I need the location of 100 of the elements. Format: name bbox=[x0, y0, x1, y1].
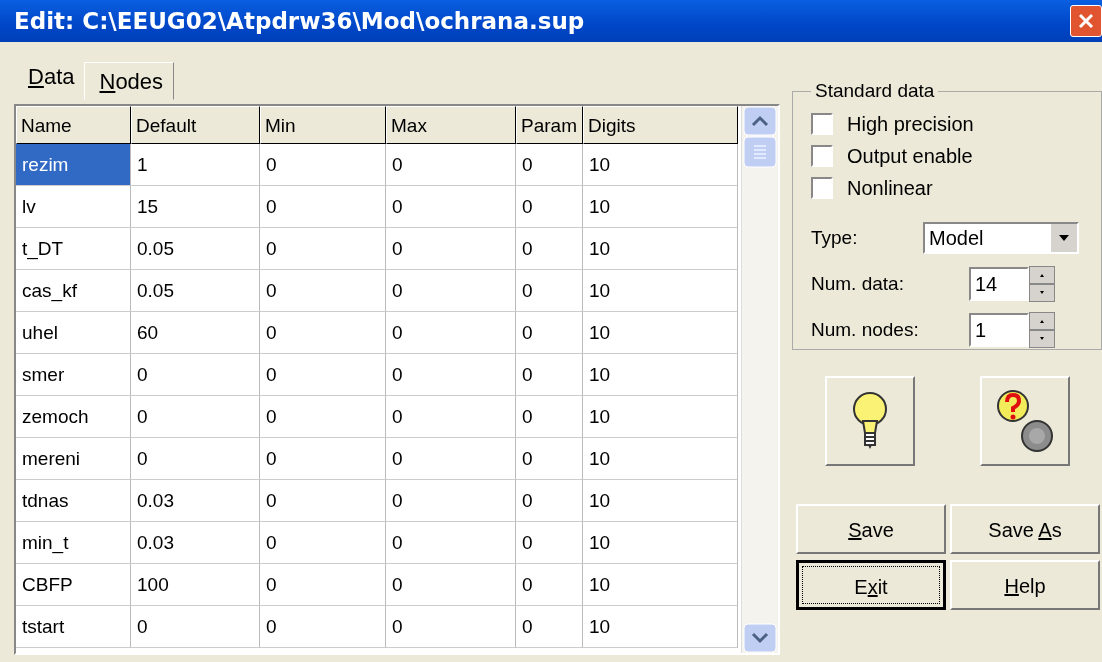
table-cell[interactable]: 0 bbox=[386, 270, 516, 312]
table-cell[interactable]: 0 bbox=[260, 522, 386, 564]
spin-arrows-icon[interactable] bbox=[1029, 266, 1055, 302]
column-header[interactable]: Default bbox=[131, 106, 260, 144]
table-cell[interactable]: 0 bbox=[386, 480, 516, 522]
help-topics-button[interactable] bbox=[979, 376, 1070, 466]
table-cell[interactable]: 0 bbox=[131, 438, 260, 480]
dialog-button[interactable]: Save bbox=[796, 504, 946, 554]
type-dropdown[interactable]: Model bbox=[923, 222, 1079, 254]
table-cell: uhel bbox=[16, 312, 131, 354]
table-cell[interactable]: 0 bbox=[386, 312, 516, 354]
group-title: Standard data bbox=[814, 80, 936, 102]
spin-arrows-icon[interactable] bbox=[1029, 312, 1055, 348]
table-cell[interactable]: 0 bbox=[386, 396, 516, 438]
number-field[interactable]: 1 bbox=[969, 313, 1029, 347]
table-cell[interactable]: 10 bbox=[583, 480, 738, 522]
checkbox-label[interactable]: High precision bbox=[847, 112, 974, 136]
table-cell[interactable]: 0.05 bbox=[131, 228, 260, 270]
table-cell[interactable]: 0 bbox=[386, 522, 516, 564]
table-cell[interactable]: 60 bbox=[131, 312, 260, 354]
table-cell: smer bbox=[16, 354, 131, 396]
checkbox[interactable] bbox=[811, 113, 833, 135]
table-cell: zemoch bbox=[16, 396, 131, 438]
table-cell[interactable]: 0 bbox=[516, 396, 583, 438]
table-cell[interactable]: 0 bbox=[260, 312, 386, 354]
table-cell[interactable]: 0 bbox=[516, 144, 583, 186]
table-cell[interactable]: 0 bbox=[131, 354, 260, 396]
table-cell[interactable]: 0 bbox=[260, 396, 386, 438]
table-cell[interactable]: 0 bbox=[386, 354, 516, 396]
table-cell[interactable]: 0 bbox=[386, 228, 516, 270]
table-cell[interactable]: 0 bbox=[516, 228, 583, 270]
table-cell[interactable]: 15 bbox=[131, 186, 260, 228]
tab[interactable]: Data bbox=[14, 54, 85, 100]
table-cell[interactable]: 0 bbox=[516, 270, 583, 312]
column-header[interactable]: Max bbox=[386, 106, 516, 144]
dialog-button[interactable]: Exit bbox=[796, 560, 946, 610]
table-cell[interactable]: 10 bbox=[583, 144, 738, 186]
table-cell[interactable]: 0 bbox=[516, 354, 583, 396]
table-cell[interactable]: 0 bbox=[260, 270, 386, 312]
table-cell[interactable]: 0 bbox=[386, 606, 516, 648]
table-cell: lv bbox=[16, 186, 131, 228]
close-button[interactable] bbox=[1070, 5, 1102, 37]
spin-label: Num. data: bbox=[811, 273, 905, 295]
table-cell[interactable]: 0 bbox=[260, 144, 386, 186]
table-cell[interactable]: 0 bbox=[386, 564, 516, 606]
table-cell[interactable]: 10 bbox=[583, 270, 738, 312]
table-cell[interactable]: 1 bbox=[131, 144, 260, 186]
table-cell[interactable]: 0 bbox=[516, 480, 583, 522]
table-cell[interactable]: 0.05 bbox=[131, 270, 260, 312]
table-cell[interactable]: 10 bbox=[583, 354, 738, 396]
table-cell[interactable]: 0 bbox=[260, 564, 386, 606]
table-cell[interactable]: 0 bbox=[516, 438, 583, 480]
column-header[interactable]: Param bbox=[516, 106, 583, 144]
checkbox[interactable] bbox=[811, 145, 833, 167]
column-header[interactable]: Min bbox=[260, 106, 386, 144]
table-cell[interactable]: 0 bbox=[386, 144, 516, 186]
table-cell[interactable]: 0.03 bbox=[131, 480, 260, 522]
scrollbar[interactable] bbox=[741, 106, 778, 653]
tab[interactable]: Nodes bbox=[84, 62, 175, 100]
table-cell[interactable]: 0 bbox=[386, 186, 516, 228]
table-cell[interactable]: 0 bbox=[516, 606, 583, 648]
table-cell[interactable]: 10 bbox=[583, 438, 738, 480]
table-cell: t_DT bbox=[16, 228, 131, 270]
table-cell[interactable]: 0 bbox=[260, 354, 386, 396]
table-cell[interactable]: 100 bbox=[131, 564, 260, 606]
table-cell[interactable]: 10 bbox=[583, 396, 738, 438]
checkbox-label[interactable]: Output enable bbox=[847, 144, 973, 168]
checkbox-label[interactable]: Nonlinear bbox=[847, 176, 933, 200]
table-cell[interactable]: 0 bbox=[260, 186, 386, 228]
table-cell[interactable]: 0 bbox=[260, 606, 386, 648]
dialog-button[interactable]: Save As bbox=[950, 504, 1100, 554]
scroll-down-button[interactable] bbox=[743, 623, 777, 653]
table-cell[interactable]: 0 bbox=[516, 522, 583, 564]
table-cell[interactable]: 0 bbox=[131, 606, 260, 648]
checkbox[interactable] bbox=[811, 177, 833, 199]
table-cell[interactable]: 10 bbox=[583, 228, 738, 270]
table-cell[interactable]: 0 bbox=[516, 186, 583, 228]
dialog-button[interactable]: Help bbox=[950, 560, 1100, 610]
hint-button[interactable] bbox=[824, 376, 915, 466]
table-cell[interactable]: 0.03 bbox=[131, 522, 260, 564]
table-cell[interactable]: 10 bbox=[583, 606, 738, 648]
table-cell[interactable]: 0 bbox=[260, 438, 386, 480]
scroll-thumb[interactable] bbox=[743, 136, 777, 168]
window-title: Edit: C:\EEUG02\Atpdrw36\Mod\ochrana.sup bbox=[14, 8, 585, 34]
table-cell[interactable]: 10 bbox=[583, 186, 738, 228]
table-cell[interactable]: 0 bbox=[386, 438, 516, 480]
table-cell[interactable]: 0 bbox=[260, 480, 386, 522]
table-cell[interactable]: 10 bbox=[583, 522, 738, 564]
table-cell[interactable]: 0 bbox=[516, 564, 583, 606]
table-cell[interactable]: 10 bbox=[583, 564, 738, 606]
table-cell[interactable]: 0 bbox=[516, 312, 583, 354]
scroll-up-button[interactable] bbox=[743, 106, 777, 136]
number-field[interactable]: 14 bbox=[969, 267, 1029, 301]
table-cell[interactable]: 0 bbox=[260, 228, 386, 270]
table-cell[interactable]: 0 bbox=[131, 396, 260, 438]
dropdown-caret-icon bbox=[1051, 224, 1077, 252]
column-header[interactable]: Digits bbox=[583, 106, 738, 144]
table-cell: tstart bbox=[16, 606, 131, 648]
table-cell[interactable]: 10 bbox=[583, 312, 738, 354]
column-header[interactable]: Name bbox=[16, 106, 131, 144]
